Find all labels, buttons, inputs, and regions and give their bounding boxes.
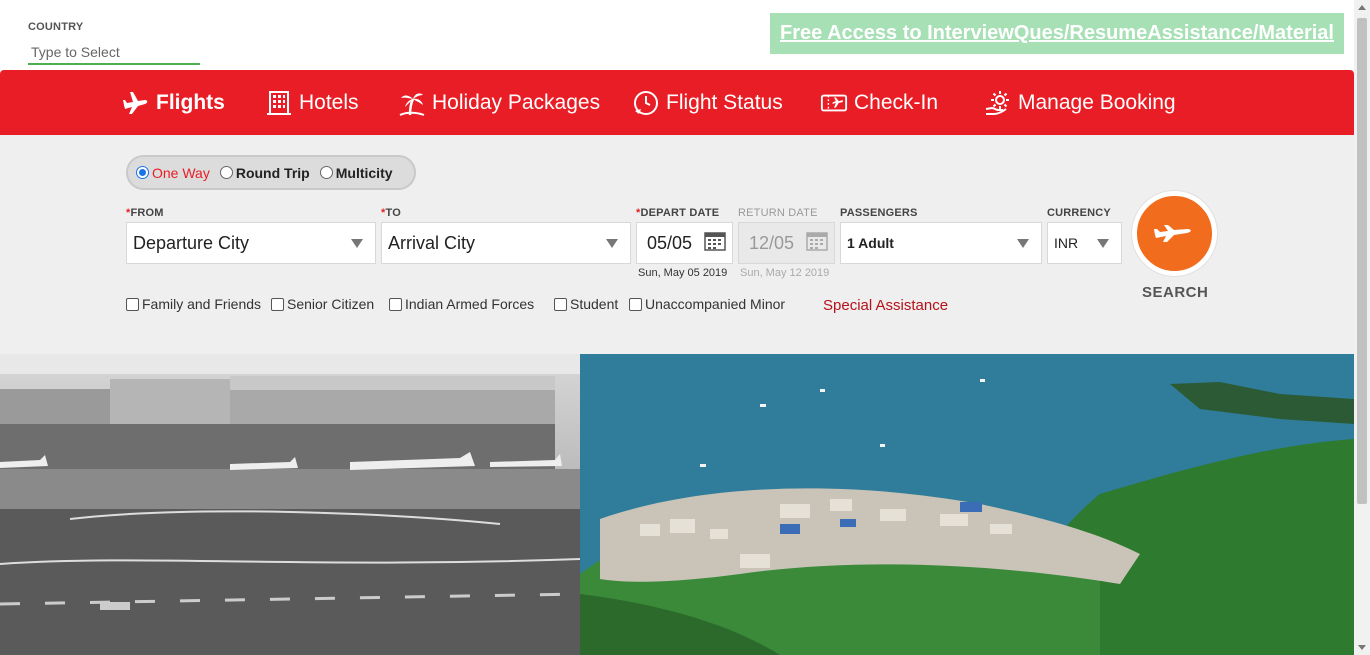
checkbox-family-and-friends[interactable]: Family and Friends: [126, 296, 261, 312]
passengers-label: PASSENGERS: [840, 207, 918, 219]
main-navbar: Flights Hotels Holiday Packages Flight S…: [0, 70, 1354, 135]
promo-link[interactable]: Free Access to InterviewQues/ResumeAssis…: [780, 22, 1334, 45]
coast-illustration: [580, 354, 1354, 655]
depart-date-value: 05/05: [647, 232, 693, 253]
radio-multicity[interactable]: [319, 166, 333, 179]
to-select[interactable]: Arrival City: [381, 222, 631, 264]
scroll-down-icon[interactable]: [1358, 645, 1366, 650]
nav-tab-flight-status[interactable]: Flight Status: [632, 70, 783, 135]
to-label-text: TO: [385, 207, 401, 219]
trip-type-toggle: One Way Round Trip Multicity: [126, 155, 416, 190]
checkbox-label: Student: [570, 296, 619, 312]
vertical-scrollbar[interactable]: [1354, 0, 1370, 655]
to-value: Arrival City: [388, 232, 476, 253]
search-panel: One Way Round Trip Multicity *FROM Depar…: [0, 135, 1354, 354]
checkbox-label: Unaccompanied Minor: [645, 296, 786, 312]
chevron-down-icon: [1017, 239, 1029, 248]
depart-date-full: Sun, May 05 2019: [638, 267, 728, 279]
return-date-value: 12/05: [749, 232, 795, 253]
nav-tab-flights[interactable]: Flights: [122, 70, 225, 135]
special-assistance-link[interactable]: Special Assistance: [823, 297, 948, 314]
chevron-down-icon: [351, 239, 363, 248]
building-icon: [267, 90, 291, 115]
depart-date-label: *DEPART DATE: [636, 207, 719, 219]
clock-plane-icon: [634, 90, 658, 115]
checkbox-box[interactable]: [126, 297, 139, 311]
return-date-field[interactable]: 12/05: [738, 222, 835, 264]
checkbox-box[interactable]: [389, 297, 402, 311]
currency-label: CURRENCY: [1047, 207, 1111, 219]
airport-illustration: [0, 354, 580, 655]
checkbox-box[interactable]: [554, 297, 567, 311]
nav-label-check-in: Check-In: [854, 90, 939, 114]
nav-label-hotels: Hotels: [299, 90, 359, 114]
plane-icon: [1153, 224, 1191, 242]
radio-one-way[interactable]: [136, 166, 149, 179]
from-label: *FROM: [126, 207, 164, 219]
ticket-plane-icon: [820, 94, 848, 111]
plane-icon: [123, 91, 148, 114]
calendar-icon: [806, 232, 828, 251]
checkbox-label: Family and Friends: [142, 296, 262, 312]
checkbox-label: Indian Armed Forces: [405, 296, 535, 312]
checkbox-box[interactable]: [629, 297, 642, 311]
from-label-text: FROM: [130, 207, 164, 219]
checkbox-indian-armed-forces[interactable]: Indian Armed Forces: [389, 296, 534, 312]
hero-image-coast: [580, 354, 1354, 655]
chevron-down-icon: [606, 239, 618, 248]
trip-label-round-trip: Round Trip: [235, 164, 310, 181]
trip-option-multicity[interactable]: Multicity: [319, 164, 393, 181]
checkbox-student[interactable]: Student: [554, 296, 618, 312]
nav-tab-check-in[interactable]: Check-In: [820, 70, 938, 135]
palm-tree-icon: [399, 92, 425, 116]
depart-date-label-text: DEPART DATE: [640, 207, 720, 219]
scrollbar-thumb[interactable]: [1357, 18, 1367, 504]
nav-label-flights: Flights: [156, 90, 225, 114]
passengers-value: 1 Adult: [847, 235, 894, 251]
nav-tab-hotels[interactable]: Hotels: [265, 70, 359, 135]
trip-label-multicity: Multicity: [335, 164, 393, 181]
radio-round-trip[interactable]: [219, 166, 233, 179]
passengers-select[interactable]: 1 Adult: [840, 222, 1042, 264]
nav-label-holiday-packages: Holiday Packages: [432, 90, 601, 114]
trip-option-round-trip[interactable]: Round Trip: [219, 164, 310, 181]
to-label: *TO: [381, 207, 401, 219]
depart-date-field[interactable]: 05/05: [636, 222, 733, 264]
checkbox-box[interactable]: [271, 297, 284, 311]
checkbox-unaccompanied-minor[interactable]: Unaccompanied Minor: [629, 296, 785, 312]
trip-option-one-way[interactable]: One Way: [136, 165, 210, 181]
country-label: COUNTRY: [28, 21, 84, 33]
search-label: SEARCH: [1142, 284, 1209, 301]
currency-value: INR: [1054, 235, 1079, 251]
trip-label-one-way: One Way: [152, 164, 210, 181]
return-date-full: Sun, May 12 2019: [740, 267, 830, 279]
return-date-label: RETURN DATE: [738, 207, 818, 219]
hero-image-airport: [0, 354, 580, 655]
checkbox-label: Senior Citizen: [287, 296, 375, 312]
nav-label-flight-status: Flight Status: [666, 90, 783, 114]
search-button[interactable]: [1132, 191, 1217, 276]
nav-label-manage-booking: Manage Booking: [1018, 90, 1176, 114]
currency-select[interactable]: INR: [1047, 222, 1122, 264]
chevron-down-icon: [1097, 239, 1109, 248]
nav-tab-holiday-packages[interactable]: Holiday Packages: [398, 70, 600, 135]
from-value: Departure City: [133, 232, 250, 253]
checkbox-senior-citizen[interactable]: Senior Citizen: [271, 296, 374, 312]
from-select[interactable]: Departure City: [126, 222, 376, 264]
country-input[interactable]: [28, 40, 200, 65]
page: COUNTRY Free Access to InterviewQues/Res…: [0, 0, 1370, 655]
nav-tab-manage-booking[interactable]: Manage Booking: [984, 70, 1176, 135]
promo-banner: Free Access to InterviewQues/ResumeAssis…: [770, 13, 1344, 54]
calendar-icon[interactable]: [704, 230, 726, 252]
gear-hand-icon: [985, 90, 1009, 115]
scroll-up-icon[interactable]: [1358, 5, 1366, 10]
